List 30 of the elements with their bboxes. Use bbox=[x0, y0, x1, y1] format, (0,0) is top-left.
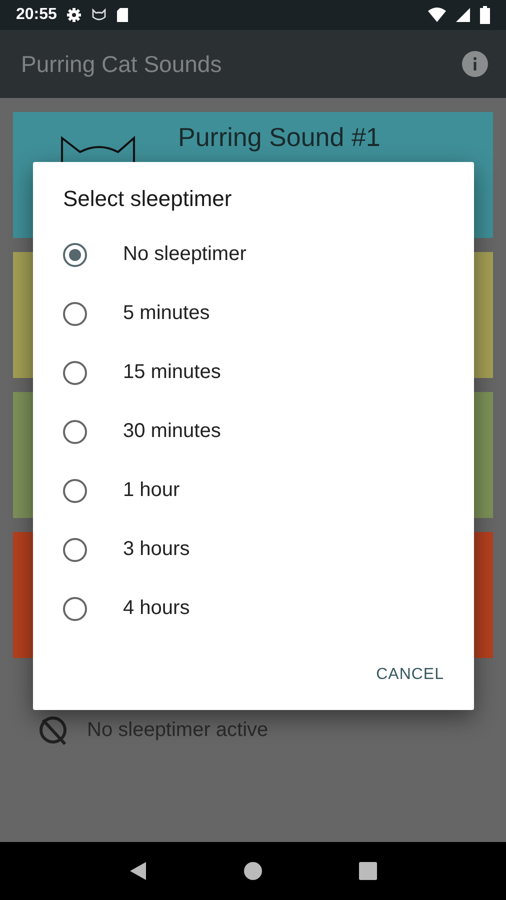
app-title: Purring Cat Sounds bbox=[21, 50, 222, 78]
gear-icon bbox=[66, 7, 82, 23]
radio-button[interactable] bbox=[63, 302, 87, 326]
battery-icon bbox=[480, 6, 490, 24]
radio-button[interactable] bbox=[63, 478, 87, 502]
option-label[interactable]: 4 hours bbox=[123, 597, 190, 620]
clock: 20:55 bbox=[16, 6, 57, 24]
radio-button[interactable] bbox=[63, 242, 87, 266]
wifi-icon bbox=[428, 7, 446, 23]
option-label[interactable]: 30 minutes bbox=[123, 420, 221, 443]
option-label[interactable]: 15 minutes bbox=[123, 361, 221, 384]
radio-button[interactable] bbox=[63, 538, 87, 562]
signal-icon bbox=[455, 7, 471, 23]
back-icon[interactable] bbox=[128, 861, 148, 881]
sd-card-icon bbox=[116, 7, 129, 23]
recents-icon[interactable] bbox=[358, 861, 378, 881]
option-label[interactable]: No sleeptimer bbox=[123, 243, 246, 266]
info-icon[interactable] bbox=[462, 51, 488, 77]
home-icon[interactable] bbox=[242, 861, 263, 881]
radio-button[interactable] bbox=[63, 360, 87, 384]
option-label[interactable]: 3 hours bbox=[123, 538, 190, 561]
option-label[interactable]: 5 minutes bbox=[123, 302, 210, 325]
card-title: Purring Sound #1 bbox=[178, 122, 380, 153]
timer-off-icon bbox=[37, 714, 69, 746]
radio-button[interactable] bbox=[63, 596, 87, 620]
dialog-title: Select sleeptimer bbox=[63, 186, 233, 212]
cat-icon bbox=[90, 7, 107, 23]
radio-button[interactable] bbox=[63, 420, 87, 444]
option-label[interactable]: 1 hour bbox=[123, 479, 180, 502]
sleeptimer-status: No sleeptimer active bbox=[87, 718, 268, 742]
